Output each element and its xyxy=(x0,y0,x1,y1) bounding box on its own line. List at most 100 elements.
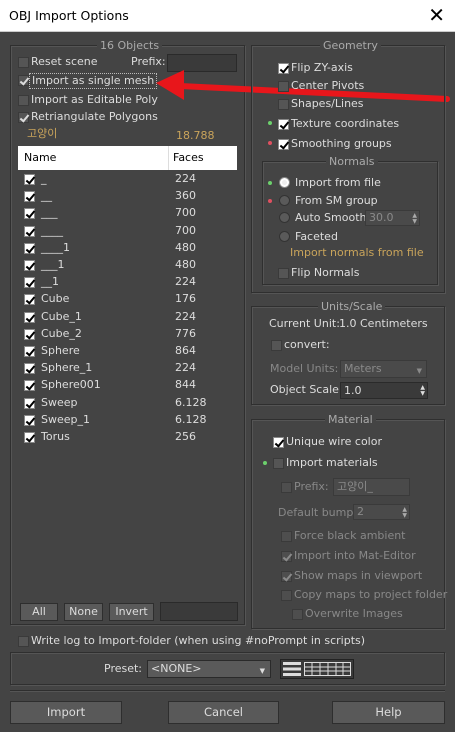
preset-dropdown[interactable]: <NONE> ▼ xyxy=(147,660,271,678)
flip-zy-checkbox[interactable] xyxy=(278,63,289,74)
row-faces: 6.128 xyxy=(175,395,207,409)
row-checkbox[interactable] xyxy=(24,260,35,271)
title-bar: OBJ Import Options ✕ xyxy=(0,0,455,32)
unique-wire-color-checkbox[interactable] xyxy=(273,437,284,448)
row-checkbox[interactable] xyxy=(24,191,35,203)
overwrite-images-checkbox[interactable] xyxy=(292,609,303,620)
dropdown-arrow-icon: ▼ xyxy=(259,667,265,675)
import-mat-editor-label: Import into Mat-Editor xyxy=(294,549,416,562)
row-checkbox[interactable] xyxy=(24,346,35,357)
object-scale-spinner[interactable]: 1.0 ▲ ▼ xyxy=(340,382,428,399)
table-row[interactable]: __ 360 xyxy=(18,188,237,205)
row-checkbox[interactable] xyxy=(24,432,35,443)
object-filter-input[interactable] xyxy=(160,602,238,621)
table-row[interactable]: __1 224 xyxy=(18,274,237,291)
material-prefix-input[interactable]: 고양이_ xyxy=(333,478,410,496)
material-prefix-checkbox[interactable] xyxy=(281,482,292,493)
show-maps-viewport-checkbox[interactable] xyxy=(281,571,292,582)
row-checkbox[interactable] xyxy=(24,294,35,306)
auto-smooth-radio[interactable] xyxy=(279,212,290,223)
table-row[interactable]: Sphere_1 224 xyxy=(18,360,237,377)
invert-selection-button[interactable]: Invert xyxy=(109,603,154,621)
import-materials-checkbox[interactable] xyxy=(273,458,284,469)
column-header-faces[interactable]: Faces xyxy=(173,151,204,164)
import-mat-editor-checkbox[interactable] xyxy=(281,551,292,562)
table-row[interactable]: Cube 176 xyxy=(18,291,237,308)
row-checkbox[interactable] xyxy=(24,225,35,237)
spinner-arrows-icon[interactable]: ▲ ▼ xyxy=(420,385,425,397)
write-log-checkbox[interactable] xyxy=(18,636,29,647)
row-checkbox[interactable] xyxy=(24,328,35,340)
auto-smooth-spinner[interactable]: 30.0 ▲ ▼ xyxy=(365,210,420,226)
material-group-label: Material xyxy=(325,413,376,426)
cancel-button[interactable]: Cancel xyxy=(168,701,279,724)
units-scale-group-label: Units/Scale xyxy=(318,300,386,313)
table-row[interactable]: Cube_2 776 xyxy=(18,326,237,343)
import-from-file-radio[interactable] xyxy=(279,177,290,188)
status-dot-green xyxy=(268,181,272,185)
table-row[interactable]: _ 224 xyxy=(18,171,237,188)
copy-maps-label: Copy maps to project folder xyxy=(294,588,448,601)
row-checkbox[interactable] xyxy=(24,363,35,375)
import-single-mesh-checkbox[interactable] xyxy=(18,75,29,86)
objects-table[interactable]: Name Faces _ 224 __ 360 ___ 700 ____ 700 ____1 48… xyxy=(18,146,238,596)
row-checkbox[interactable] xyxy=(24,208,35,220)
shapes-lines-checkbox[interactable] xyxy=(278,99,289,110)
row-checkbox[interactable] xyxy=(24,174,35,185)
table-row[interactable]: ___ 700 xyxy=(18,205,237,222)
row-name: ____ xyxy=(41,223,63,237)
spinner-arrows-icon[interactable]: ▲ ▼ xyxy=(402,507,407,519)
force-black-ambient-checkbox[interactable] xyxy=(281,531,292,542)
import-editable-poly-checkbox[interactable] xyxy=(18,95,29,106)
select-none-button[interactable]: None xyxy=(64,603,103,621)
from-sm-group-radio[interactable] xyxy=(279,195,290,206)
table-row[interactable]: ____ 700 xyxy=(18,223,237,240)
center-pivots-label: Center Pivots xyxy=(291,79,365,92)
row-checkbox[interactable] xyxy=(24,397,35,409)
faceted-radio[interactable] xyxy=(279,231,290,242)
smoothing-groups-checkbox[interactable] xyxy=(278,139,289,150)
preset-grid-icon[interactable] xyxy=(280,659,354,679)
texture-coords-checkbox[interactable] xyxy=(278,119,289,130)
select-all-button[interactable]: All xyxy=(20,603,58,621)
table-row[interactable]: ___1 480 xyxy=(18,257,237,274)
from-sm-group-label: From SM group xyxy=(295,194,378,207)
row-name: Sphere xyxy=(41,344,80,357)
flip-normals-checkbox[interactable] xyxy=(278,268,289,279)
convert-checkbox[interactable] xyxy=(271,340,282,351)
spinner-arrows-icon[interactable]: ▲ ▼ xyxy=(412,213,417,225)
row-name: Sweep_1 xyxy=(41,412,90,426)
flip-zy-label: Flip ZY-axis xyxy=(291,61,353,74)
file-faces-total: 18.788 xyxy=(176,129,215,142)
row-name: Cube_2 xyxy=(41,326,82,340)
table-row[interactable]: Sweep 6.128 xyxy=(18,395,237,412)
help-button[interactable]: Help xyxy=(332,701,445,724)
row-faces: 224 xyxy=(175,275,196,289)
table-row[interactable]: Torus 256 xyxy=(18,429,237,446)
table-row[interactable]: Cube_1 224 xyxy=(18,309,237,326)
import-button[interactable]: Import xyxy=(10,701,122,724)
retriangulate-checkbox[interactable] xyxy=(18,112,29,123)
column-header-name[interactable]: Name xyxy=(24,151,56,164)
table-row[interactable]: Sweep_1 6.128 xyxy=(18,412,237,429)
row-checkbox[interactable] xyxy=(24,380,35,392)
table-row[interactable]: Sphere 864 xyxy=(18,343,237,360)
center-pivots-checkbox[interactable] xyxy=(278,81,289,92)
close-icon[interactable]: ✕ xyxy=(428,3,445,27)
reset-scene-checkbox[interactable] xyxy=(18,57,29,68)
row-checkbox[interactable] xyxy=(24,277,35,289)
row-faces: 176 xyxy=(175,292,196,306)
copy-maps-checkbox[interactable] xyxy=(281,590,292,601)
default-bump-spinner[interactable]: 2 ▲ ▼ xyxy=(353,504,410,520)
row-faces: 480 xyxy=(175,258,196,271)
model-units-dropdown[interactable]: Meters ▼ xyxy=(340,360,427,378)
table-row[interactable]: ____1 480 xyxy=(18,240,237,257)
row-checkbox[interactable] xyxy=(24,414,35,426)
table-row[interactable]: Sphere001 844 xyxy=(18,377,237,394)
row-faces: 864 xyxy=(175,344,196,357)
flip-normals-label: Flip Normals xyxy=(291,266,360,279)
row-faces: 480 xyxy=(175,240,196,254)
row-checkbox[interactable] xyxy=(24,311,35,323)
current-unit-label: Current Unit: xyxy=(269,317,340,330)
row-checkbox[interactable] xyxy=(24,242,35,254)
